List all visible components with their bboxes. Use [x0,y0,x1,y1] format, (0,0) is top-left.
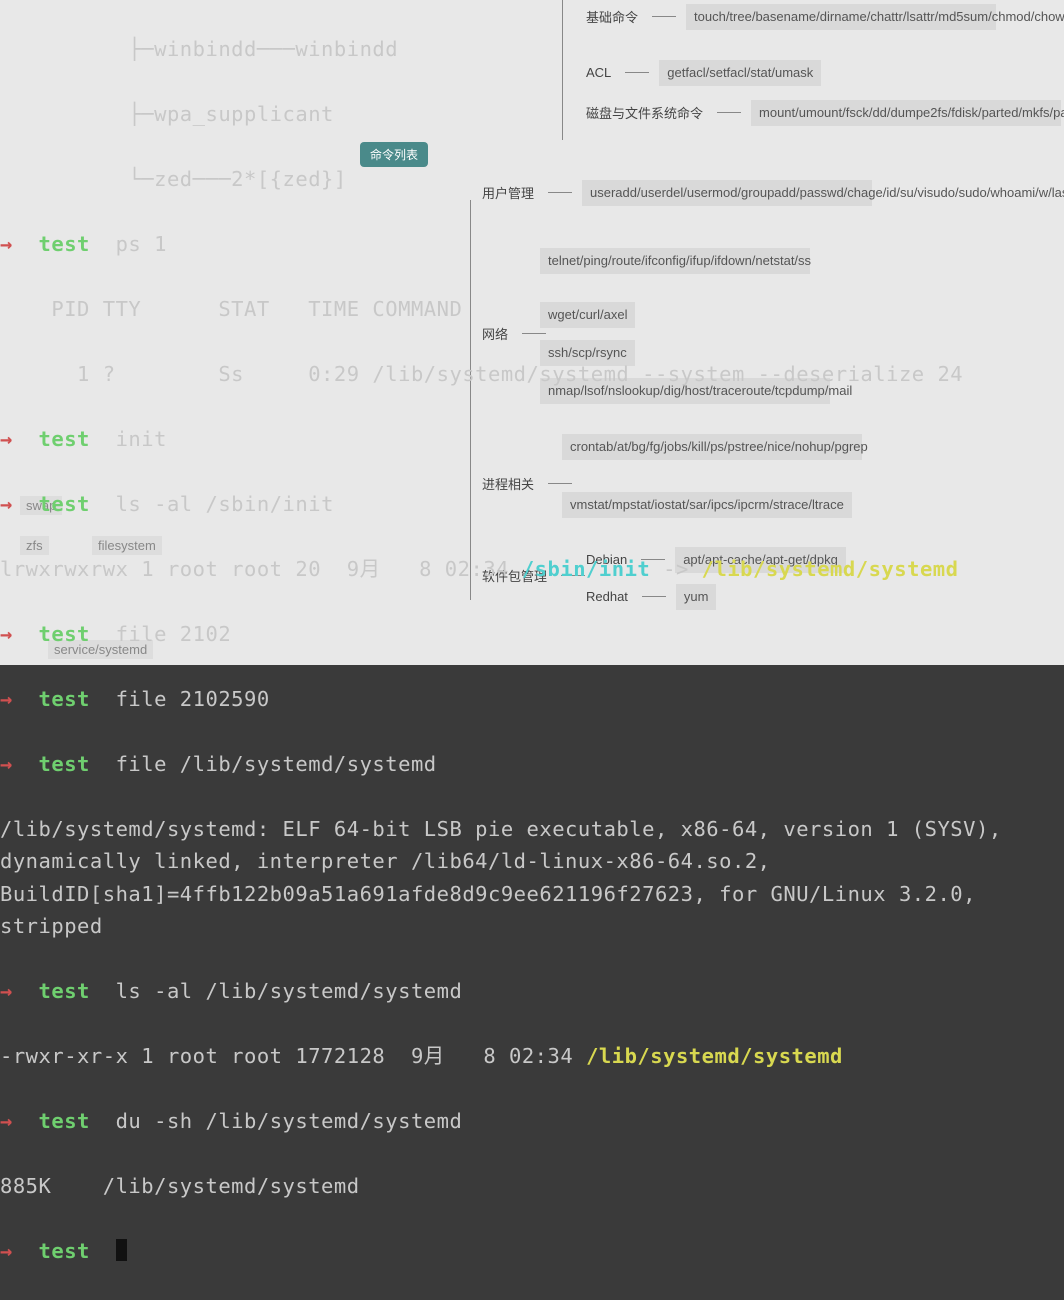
prompt-name: test [39,979,90,1003]
output-line: lrwxrwxrwx 1 root root 20 9月 8 02:34 /sb… [0,553,1064,586]
prompt-arrow-icon: → [0,1109,13,1133]
prompt-arrow-icon: → [0,492,13,516]
prompt-line-active[interactable]: → test [0,1235,1064,1268]
command-text: file 2102590 [116,687,270,711]
prompt-arrow-icon: → [0,427,13,451]
prompt-arrow-icon: → [0,687,13,711]
prompt-name: test [39,232,90,256]
prompt-arrow-icon: → [0,1239,13,1263]
prompt-line: → test file /lib/systemd/systemd [0,748,1064,781]
command-text: du -sh /lib/systemd/systemd [116,1109,463,1133]
command-text: file /lib/systemd/systemd [116,752,437,776]
prompt-name: test [39,492,90,516]
terminal-overlay[interactable]: ├─winbindd───winbindd ├─wpa_supplicant └… [0,0,1064,665]
prompt-arrow-icon: → [0,979,13,1003]
command-text: ls -al /lib/systemd/systemd [116,979,463,1003]
tree-line: ├─wpa_supplicant [0,98,1064,131]
prompt-line: → test file 2102 [0,618,1064,651]
cursor-icon [116,1239,127,1261]
prompt-name: test [39,622,90,646]
prompt-arrow-icon: → [0,622,13,646]
prompt-name: test [39,752,90,776]
prompt-line: → test init [0,423,1064,456]
prompt-name: test [39,427,90,451]
symlink-source: /sbin/init [522,557,650,581]
output-line: -rwxr-xr-x 1 root root 1772128 9月 8 02:3… [0,1040,1064,1073]
prompt-line: → test ls -al /sbin/init [0,488,1064,521]
command-text: ps 1 [116,232,167,256]
command-text: ls -al /sbin/init [116,492,334,516]
prompt-line: → test du -sh /lib/systemd/systemd [0,1105,1064,1138]
command-text: file 2102 [116,622,232,646]
prompt-name: test [39,1109,90,1133]
prompt-line: → test ps 1 [0,228,1064,261]
prompt-line: → test ls -al /lib/systemd/systemd [0,975,1064,1008]
prompt-name: test [39,687,90,711]
prompt-arrow-icon: → [0,752,13,776]
prompt-line: → test file 2102590 [0,683,1064,716]
tree-line: └─zed───2*[{zed}] [0,163,1064,196]
prompt-name: test [39,1239,90,1263]
output-line: 1 ? Ss 0:29 /lib/systemd/systemd --syste… [0,358,1064,391]
prompt-arrow-icon: → [0,232,13,256]
tree-line: ├─winbindd───winbindd [0,33,1064,66]
output-line: PID TTY STAT TIME COMMAND [0,293,1064,326]
command-text: init [116,427,167,451]
symlink-target: /lib/systemd/systemd [702,557,959,581]
path-highlight: /lib/systemd/systemd [586,1044,843,1068]
output-line: /lib/systemd/systemd: ELF 64-bit LSB pie… [0,813,1064,943]
output-line: 885K /lib/systemd/systemd [0,1170,1064,1203]
